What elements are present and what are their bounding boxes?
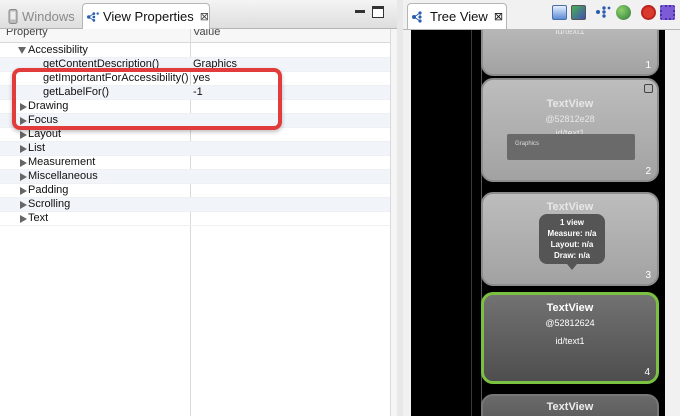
node-hash: @52812e28 [545,114,595,124]
maximize-button[interactable] [372,6,384,18]
collapse-arrow-icon[interactable] [20,173,27,181]
tree-node-4-selected[interactable]: TextView @52812624 id/text1 4 [481,292,659,384]
collapse-arrow-icon[interactable] [20,215,27,223]
property-name: Scrolling [28,198,71,210]
table-header: Property Value [0,29,390,43]
vertical-scrollbar[interactable] [390,29,397,416]
property-name: Padding [28,184,69,196]
left-tab-bar: Windows View Properties ⊠ [0,0,397,29]
tab-view-properties-label: View Properties [102,9,194,24]
node-index: 1 [645,60,651,71]
node-title: TextView [546,201,594,213]
connector-line [471,30,472,416]
tree-canvas[interactable]: id/text1 1 TextView @52812e28 id/text1 G… [411,30,665,416]
property-name: Accessibility [28,44,88,56]
cpu-icon[interactable] [660,5,675,20]
node-id: id/text1 [555,30,585,36]
screen: Windows View Properties ⊠ Property Value… [0,0,680,416]
collapse-arrow-icon[interactable] [20,145,27,153]
table-row[interactable]: List [0,142,390,156]
view-properties-panel: Windows View Properties ⊠ Property Value… [0,0,397,416]
tab-windows-label: Windows [22,8,75,24]
node-title: TextView [546,302,594,314]
popup-line: Draw: n/a [553,251,590,260]
tree-node-1[interactable]: id/text1 1 [481,30,659,76]
globe-icon[interactable] [616,5,631,20]
property-name: Miscellaneous [28,170,98,182]
collapse-arrow-icon[interactable] [20,201,27,209]
tab-tree-view-label: Tree View [430,9,488,24]
layers-icon[interactable] [571,5,586,20]
node-preview: Graphics [507,134,635,160]
tree-hierarchy-icon[interactable] [596,5,611,20]
table-row[interactable]: Miscellaneous [0,170,390,184]
tree-node-5[interactable]: TextView [481,394,659,416]
node-id: id/text1 [555,336,585,346]
table-row[interactable]: Padding [0,184,390,198]
expand-arrow-icon[interactable] [18,47,26,54]
save-png-icon[interactable] [552,5,567,20]
stop-icon[interactable] [641,5,656,20]
tree-hierarchy-icon [412,10,422,23]
tab-windows[interactable]: Windows [8,3,75,29]
node-hash: @52812624 [545,318,595,328]
node-index: 2 [645,166,651,177]
expand-icon[interactable] [644,84,653,93]
popup-line: 1 view [559,218,584,227]
properties-table: Property Value Accessibility getContentDe… [0,29,397,416]
column-header-property[interactable]: Property [6,29,48,38]
collapse-arrow-icon[interactable] [20,187,27,195]
minimize-button[interactable] [354,6,366,18]
annotation-highlight-box [12,68,282,130]
close-icon[interactable]: ⊠ [200,10,209,23]
tab-view-properties[interactable]: View Properties ⊠ [82,3,210,29]
node-title: TextView [546,98,594,110]
property-name: Measurement [28,156,96,168]
table-row[interactable]: Layout [0,128,390,142]
collapse-arrow-icon[interactable] [20,159,27,167]
table-row[interactable]: Text [0,212,390,226]
table-row[interactable]: Measurement [0,156,390,170]
phone-icon [8,8,18,24]
column-header-value[interactable]: Value [193,29,220,38]
popup-line: Measure: n/a [547,229,597,238]
property-name: List [28,142,46,154]
tab-tree-view[interactable]: Tree View ⊠ [407,3,507,29]
table-row[interactable]: Accessibility [0,44,390,58]
tree-hierarchy-icon [87,11,99,22]
node-index: 4 [644,367,650,378]
tree-node-3[interactable]: TextView 1 view Measure: n/a Layout: n/a… [481,192,659,286]
collapse-arrow-icon[interactable] [20,131,27,139]
node-stats-popup: 1 view Measure: n/a Layout: n/a Draw: n/… [539,214,605,270]
node-title: TextView [546,401,594,413]
property-name: Text [28,212,49,224]
tree-view-panel: Tree View ⊠ id/text1 1 TextView @52812e2… [403,0,680,416]
tree-node-2[interactable]: TextView @52812e28 id/text1 Graphics 2 [481,78,659,182]
close-icon[interactable]: ⊠ [494,10,503,23]
popup-line: Layout: n/a [550,240,594,249]
node-index: 3 [645,270,651,281]
table-row[interactable]: Scrolling [0,198,390,212]
